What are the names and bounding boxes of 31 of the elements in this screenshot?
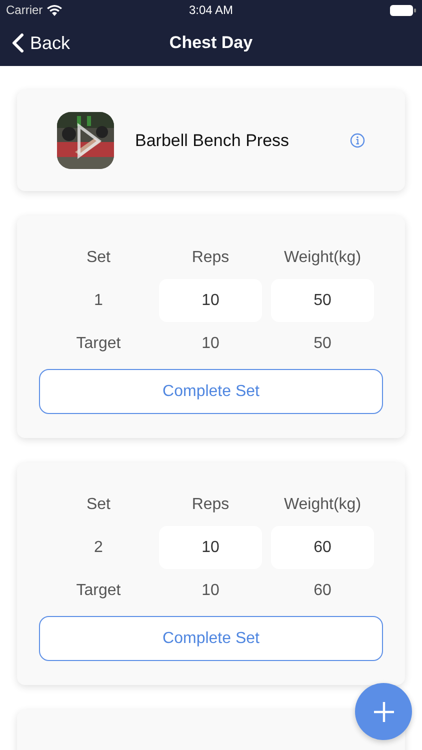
set-number: 2: [93, 538, 104, 558]
battery-icon: [390, 4, 416, 16]
wifi-icon: [46, 4, 62, 16]
back-button[interactable]: Back: [0, 32, 70, 54]
complete-set-button[interactable]: Complete Set: [39, 369, 383, 414]
exercise-name: Barbell Bench Press: [135, 130, 290, 150]
info-icon[interactable]: [350, 133, 366, 148]
column-header: Set: [85, 248, 112, 268]
reps-field[interactable]: 10: [159, 526, 262, 569]
column-header: Reps: [190, 494, 230, 514]
set-number: 1: [93, 290, 104, 310]
column-header: Weight(kg): [282, 494, 362, 514]
target-reps: 10: [200, 334, 220, 354]
weight-field[interactable]: 60: [271, 526, 374, 569]
complete-set-button[interactable]: Complete Set: [39, 616, 383, 661]
carrier-label: Carrier: [6, 3, 43, 17]
target-label: Target: [75, 580, 122, 600]
column-header: Reps: [190, 248, 230, 268]
target-reps: 10: [200, 580, 220, 600]
screen-title: Chest Day: [169, 33, 253, 53]
column-header: Weight(kg): [282, 248, 362, 268]
plus-icon: [372, 700, 394, 722]
column-header: Set: [85, 494, 112, 514]
target-weight: 60: [312, 580, 332, 600]
target-label: Target: [75, 334, 122, 354]
add-button[interactable]: [355, 683, 412, 740]
reps-field[interactable]: 10: [159, 279, 262, 322]
chevron-left-icon: [12, 33, 24, 53]
target-weight: 50: [312, 334, 332, 354]
status-time: 3:04 AM: [188, 3, 234, 17]
weight-field[interactable]: 50: [271, 279, 374, 322]
